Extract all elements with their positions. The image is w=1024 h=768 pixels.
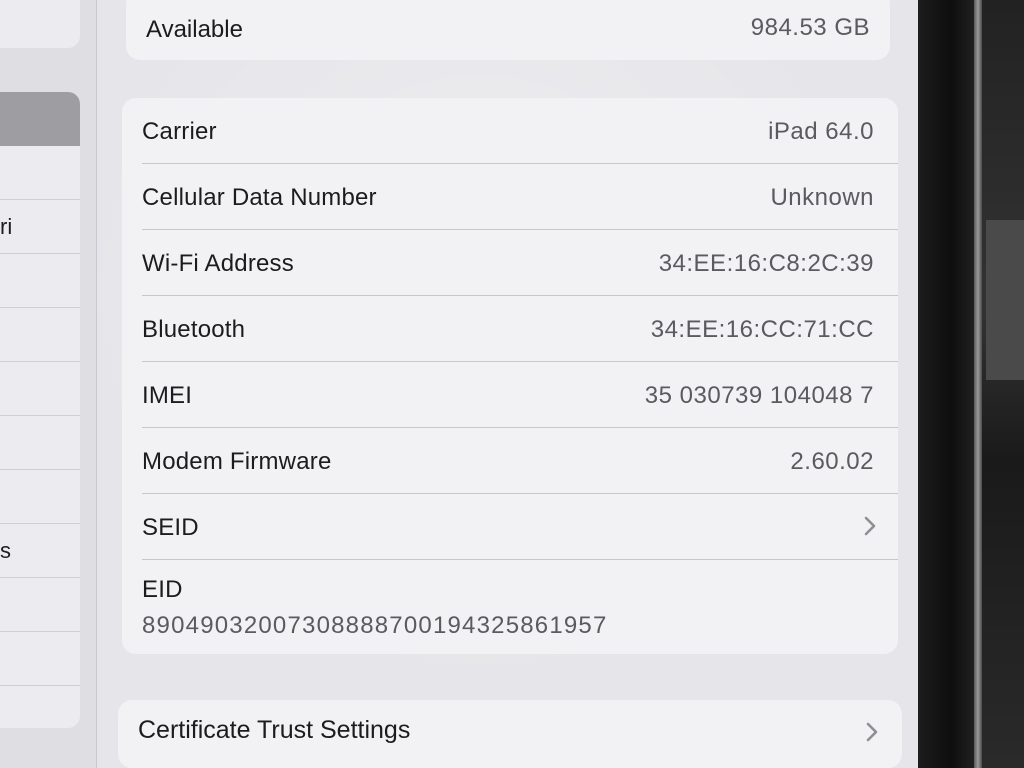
wifi-address-value: 34:EE:16:C8:2C:39 — [658, 250, 874, 277]
background-object — [986, 220, 1024, 380]
eid-label: EID — [142, 576, 183, 603]
background — [982, 0, 1024, 768]
storage-card: Available 984.53 GB — [126, 0, 890, 60]
bluetooth-label: Bluetooth — [142, 316, 246, 343]
carrier-row: Carrier iPad 64.0 — [142, 98, 898, 164]
sidebar-item[interactable] — [0, 362, 80, 416]
available-value: 984.53 GB — [750, 14, 870, 41]
wifi-address-row: Wi-Fi Address 34:EE:16:C8:2C:39 — [142, 230, 898, 296]
cellular-data-number-label: Cellular Data Number — [142, 184, 377, 211]
sidebar-item[interactable] — [0, 254, 80, 308]
certificate-trust-settings-label: Certificate Trust Settings — [138, 716, 411, 744]
sidebar-item[interactable]: s — [0, 524, 80, 578]
sidebar-item[interactable] — [0, 632, 80, 686]
device-bezel — [918, 0, 974, 768]
modem-firmware-value: 2.60.02 — [790, 448, 874, 475]
modem-firmware-label: Modem Firmware — [142, 448, 332, 475]
chevron-right-icon — [866, 722, 878, 742]
cellular-data-number-row: Cellular Data Number Unknown — [142, 164, 898, 230]
certificate-trust-card[interactable]: Certificate Trust Settings — [118, 700, 902, 768]
available-label: Available — [146, 16, 243, 43]
modem-firmware-row: Modem Firmware 2.60.02 — [142, 428, 898, 494]
device-info-card: Carrier iPad 64.0 Cellular Data Number U… — [122, 98, 898, 654]
sidebar-list: ri s — [0, 92, 80, 728]
carrier-label: Carrier — [142, 118, 217, 145]
cellular-data-number-value: Unknown — [770, 184, 874, 211]
seid-label: SEID — [142, 514, 199, 541]
sidebar-item[interactable] — [0, 308, 80, 362]
imei-value: 35 030739 104048 7 — [644, 382, 874, 409]
seid-row[interactable]: SEID — [142, 494, 898, 560]
sidebar-item-label: s — [0, 538, 11, 563]
settings-sidebar: ri s — [0, 0, 97, 768]
carrier-value: iPad 64.0 — [768, 118, 874, 145]
sidebar-item[interactable] — [0, 578, 80, 632]
device-edge — [974, 0, 982, 768]
imei-label: IMEI — [142, 382, 193, 409]
bluetooth-value: 34:EE:16:CC:71:CC — [650, 316, 874, 343]
photo: ri s Available 984.53 GB Carrier iPad 64… — [0, 0, 1024, 768]
bluetooth-row: Bluetooth 34:EE:16:CC:71:CC — [142, 296, 898, 362]
eid-value: 89049032007308888700194325861957 — [142, 612, 608, 639]
sidebar-item[interactable] — [0, 146, 80, 200]
imei-row: IMEI 35 030739 104048 7 — [142, 362, 898, 428]
sidebar-item[interactable] — [0, 416, 80, 470]
ipad-screen: ri s Available 984.53 GB Carrier iPad 64… — [0, 0, 918, 768]
chevron-right-icon — [864, 516, 876, 536]
eid-row: EID 89049032007308888700194325861957 — [142, 560, 898, 654]
sidebar-item[interactable] — [0, 470, 80, 524]
sidebar-item-label: ri — [0, 214, 13, 239]
sidebar-item-selected[interactable] — [0, 92, 80, 146]
sidebar-item[interactable]: ri — [0, 200, 80, 254]
sidebar-top-card — [0, 0, 80, 48]
wifi-address-label: Wi-Fi Address — [142, 250, 294, 277]
